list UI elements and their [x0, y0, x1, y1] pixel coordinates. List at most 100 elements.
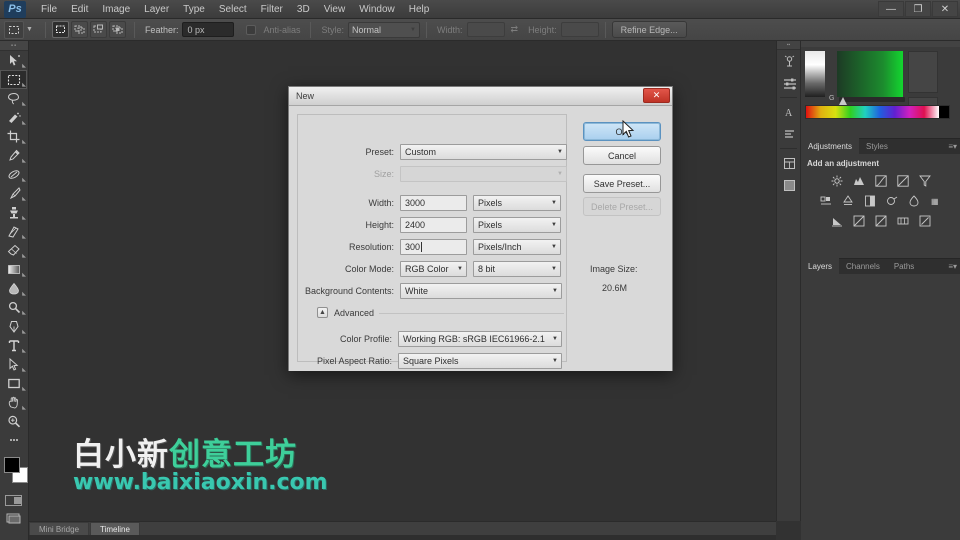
color-swatches[interactable] [0, 454, 28, 492]
selective-color-icon[interactable] [918, 214, 932, 227]
new-document-dialog[interactable]: New ✕ Name: Untitled-1 Preset: Custom ▼ [288, 86, 673, 371]
swap-dimensions-icon[interactable]: ⇄ [511, 24, 519, 35]
adjustments-sliders-icon[interactable] [777, 72, 802, 94]
invert-icon[interactable] [830, 214, 844, 227]
channel-mixer-icon[interactable] [907, 194, 921, 207]
sidebar-item-eraser-tool[interactable]: ◣ [0, 241, 27, 260]
anti-alias-checkbox[interactable] [246, 24, 257, 35]
sidebar-item-move-tool[interactable]: ◣ [0, 51, 27, 70]
marquee-icon[interactable] [4, 20, 24, 39]
opt-height-input[interactable] [560, 22, 599, 37]
photo-filter-icon[interactable] [885, 194, 899, 207]
sidebar-item-healing-brush-tool[interactable]: ◣ [0, 165, 27, 184]
height-input[interactable]: 2400 [400, 217, 467, 233]
minimize-button[interactable]: — [878, 1, 904, 17]
sidebar-item-rectangle-tool[interactable]: ◣ [0, 374, 27, 393]
sidebar-item-crop-tool[interactable]: ◣ [0, 127, 27, 146]
sidebar-item-zoom-tool[interactable] [0, 412, 27, 431]
color-mode-select[interactable]: RGB Color ▼ [400, 261, 467, 277]
toolbar-grip[interactable]: ▪▪ [0, 41, 28, 51]
tab-timeline[interactable]: Timeline [90, 522, 140, 536]
tab-channels[interactable]: Channels [839, 258, 887, 274]
color-value-strip[interactable] [805, 51, 825, 97]
color-field[interactable] [837, 51, 903, 97]
paragraph-icon[interactable] [777, 123, 802, 145]
sidebar-item-clone-stamp-tool[interactable]: ◣ [0, 203, 27, 222]
character-icon[interactable]: A [777, 101, 802, 123]
dialog-close-button[interactable]: ✕ [643, 88, 670, 103]
sidebar-item-hand-tool[interactable]: ◣ [0, 393, 27, 412]
menu-file[interactable]: File [34, 2, 64, 17]
restore-button[interactable]: ❐ [905, 1, 931, 17]
quick-mask-toggle[interactable] [0, 492, 27, 509]
tab-paths[interactable]: Paths [887, 258, 921, 274]
sidebar-item-eyedropper-tool[interactable]: ◣ [0, 146, 27, 165]
sidebar-item-lasso-tool[interactable]: ◣ [0, 89, 27, 108]
menu-view[interactable]: View [317, 2, 353, 17]
vibrance-icon[interactable] [918, 174, 932, 187]
height-unit-select[interactable]: Pixels ▼ [473, 217, 561, 233]
style-select[interactable]: Normal ▼ [348, 21, 420, 38]
sidebar-item-dodge-tool[interactable]: ◣ [0, 298, 27, 317]
cancel-button[interactable]: Cancel [583, 146, 661, 165]
subtract-from-selection-button[interactable] [89, 21, 107, 38]
intersect-selection-button[interactable] [108, 21, 126, 38]
color-spectrum-ramp[interactable] [805, 105, 950, 119]
panel-menu-icon[interactable]: ≡▾ [948, 142, 957, 151]
sidebar-item-path-selection-tool[interactable]: ◣ [0, 355, 27, 374]
dialog-title-bar[interactable]: New ✕ [289, 87, 672, 106]
menu-layer[interactable]: Layer [137, 2, 176, 17]
sidebar-item-type-tool[interactable]: ◣ [0, 336, 27, 355]
menu-image[interactable]: Image [95, 2, 137, 17]
resolution-unit-select[interactable]: Pixels/Inch ▼ [473, 239, 561, 255]
menu-help[interactable]: Help [402, 2, 437, 17]
tool-preset-chevron-down-icon[interactable]: ▼ [26, 26, 33, 33]
layers-panel[interactable] [801, 274, 960, 540]
tab-adjustments[interactable]: Adjustments [801, 138, 860, 154]
menu-edit[interactable]: Edit [64, 2, 95, 17]
bit-depth-select[interactable]: 8 bit ▼ [473, 261, 561, 277]
levels-icon[interactable] [852, 174, 866, 187]
history-icon[interactable] [777, 50, 802, 72]
threshold-icon[interactable] [874, 214, 888, 227]
width-unit-select[interactable]: Pixels ▼ [473, 195, 561, 211]
new-selection-button[interactable] [51, 21, 69, 38]
screen-mode-toggle[interactable] [0, 509, 27, 527]
sidebar-item-quick-selection-tool[interactable]: ◣ [0, 108, 27, 127]
background-contents-select[interactable]: White ▼ [400, 283, 562, 299]
sidebar-item-edit-toolbar[interactable] [0, 431, 27, 450]
properties-icon[interactable] [777, 152, 802, 174]
color-profile-select[interactable]: Working RGB: sRGB IEC61966-2.1 ▼ [398, 331, 562, 347]
opt-width-input[interactable] [466, 22, 505, 37]
tab-styles[interactable]: Styles [859, 138, 895, 154]
green-slider[interactable] [839, 97, 905, 102]
color-balance-icon[interactable] [841, 194, 855, 207]
posterize-icon[interactable] [852, 214, 866, 227]
feather-input[interactable]: 0 px [182, 22, 235, 37]
menu-type[interactable]: Type [176, 2, 212, 17]
width-input[interactable]: 3000 [400, 195, 467, 211]
color-lookup-icon[interactable]: ▦ [929, 194, 943, 207]
tab-mini-bridge[interactable]: Mini Bridge [29, 522, 90, 536]
exposure-icon[interactable] [896, 174, 910, 187]
menu-filter[interactable]: Filter [254, 2, 290, 17]
preset-select[interactable]: Custom ▼ [400, 144, 567, 160]
sidebar-item-pen-tool[interactable]: ◣ [0, 317, 27, 336]
pixel-aspect-ratio-select[interactable]: Square Pixels ▼ [398, 353, 562, 369]
notes-icon[interactable] [777, 174, 802, 196]
menu-3d[interactable]: 3D [290, 2, 317, 17]
dock-grip[interactable]: ▪▪ [777, 41, 800, 50]
sidebar-item-brush-tool[interactable]: ◣ [0, 184, 27, 203]
sidebar-item-marquee-tool[interactable]: ◣ [0, 70, 27, 89]
panel-menu-icon[interactable]: ≡▾ [948, 262, 957, 271]
gradient-map-icon[interactable] [896, 214, 910, 227]
hue-saturation-icon[interactable] [819, 194, 833, 207]
foreground-color-swatch[interactable] [4, 457, 20, 473]
advanced-collapse-icon[interactable]: ▲ [317, 307, 328, 318]
curves-icon[interactable] [874, 174, 888, 187]
tab-layers[interactable]: Layers [801, 258, 840, 274]
sidebar-item-blur-tool[interactable]: ◣ [0, 279, 27, 298]
menu-select[interactable]: Select [212, 2, 254, 17]
sidebar-item-history-brush-tool[interactable]: ◣ [0, 222, 27, 241]
refine-edge-button[interactable]: Refine Edge... [611, 21, 687, 38]
